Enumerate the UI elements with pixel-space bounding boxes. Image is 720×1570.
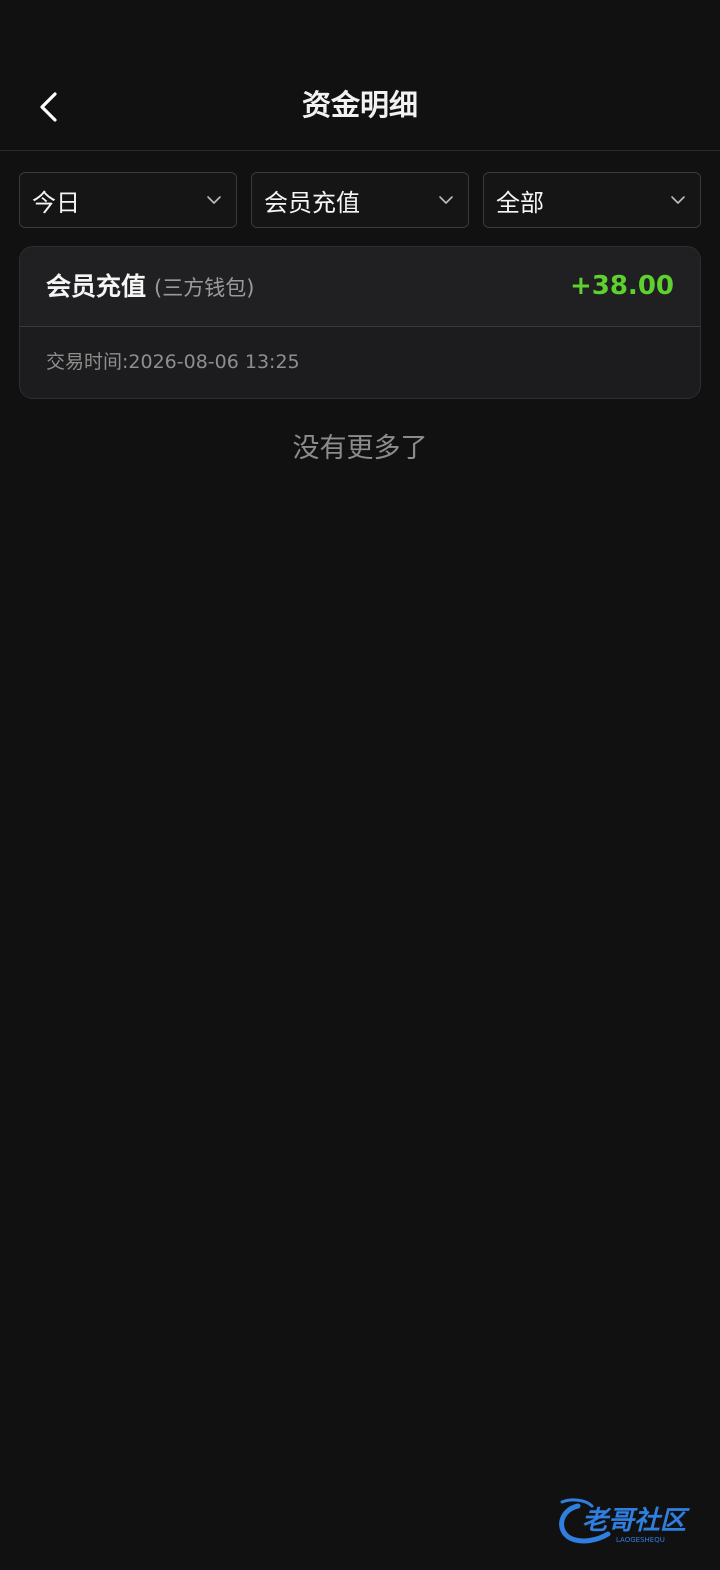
transaction-time: 交易时间:2026-08-06 13:25 <box>46 351 300 373</box>
chevron-down-icon <box>439 196 453 204</box>
date-filter-dropdown[interactable]: 今日 <box>19 172 237 228</box>
transaction-type-label: 会员充值 <box>46 272 147 301</box>
status-filter-label: 全部 <box>496 188 544 217</box>
transaction-card-body: 交易时间:2026-08-06 13:25 <box>20 327 700 398</box>
chevron-down-icon <box>671 196 685 204</box>
watermark-logo: 老哥社区 LAOGESHEQU <box>559 1498 690 1544</box>
date-filter-label: 今日 <box>32 188 80 217</box>
list-end-text: 没有更多了 <box>292 433 428 464</box>
chevron-down-icon <box>207 196 221 204</box>
filter-bar: 今日 会员充值 全部 <box>19 172 701 228</box>
transaction-type: 会员充值 (三方钱包) <box>46 247 254 326</box>
transaction-card-header: 会员充值 (三方钱包) +38.00 <box>20 247 700 327</box>
status-filter-dropdown[interactable]: 全部 <box>483 172 701 228</box>
type-filter-label: 会员充值 <box>264 188 360 217</box>
watermark-text: 老哥社区 <box>582 1506 690 1536</box>
type-filter-dropdown[interactable]: 会员充值 <box>251 172 469 228</box>
top-nav-bar: 资金明细 <box>0 60 720 151</box>
transaction-amount: +38.00 <box>569 271 674 301</box>
transaction-channel: (三方钱包) <box>154 276 255 300</box>
page-title: 资金明细 <box>301 88 418 122</box>
transaction-card[interactable]: 会员充值 (三方钱包) +38.00 交易时间:2026-08-06 13:25 <box>19 246 701 399</box>
watermark-subtext: LAOGESHEQU <box>616 1536 665 1544</box>
